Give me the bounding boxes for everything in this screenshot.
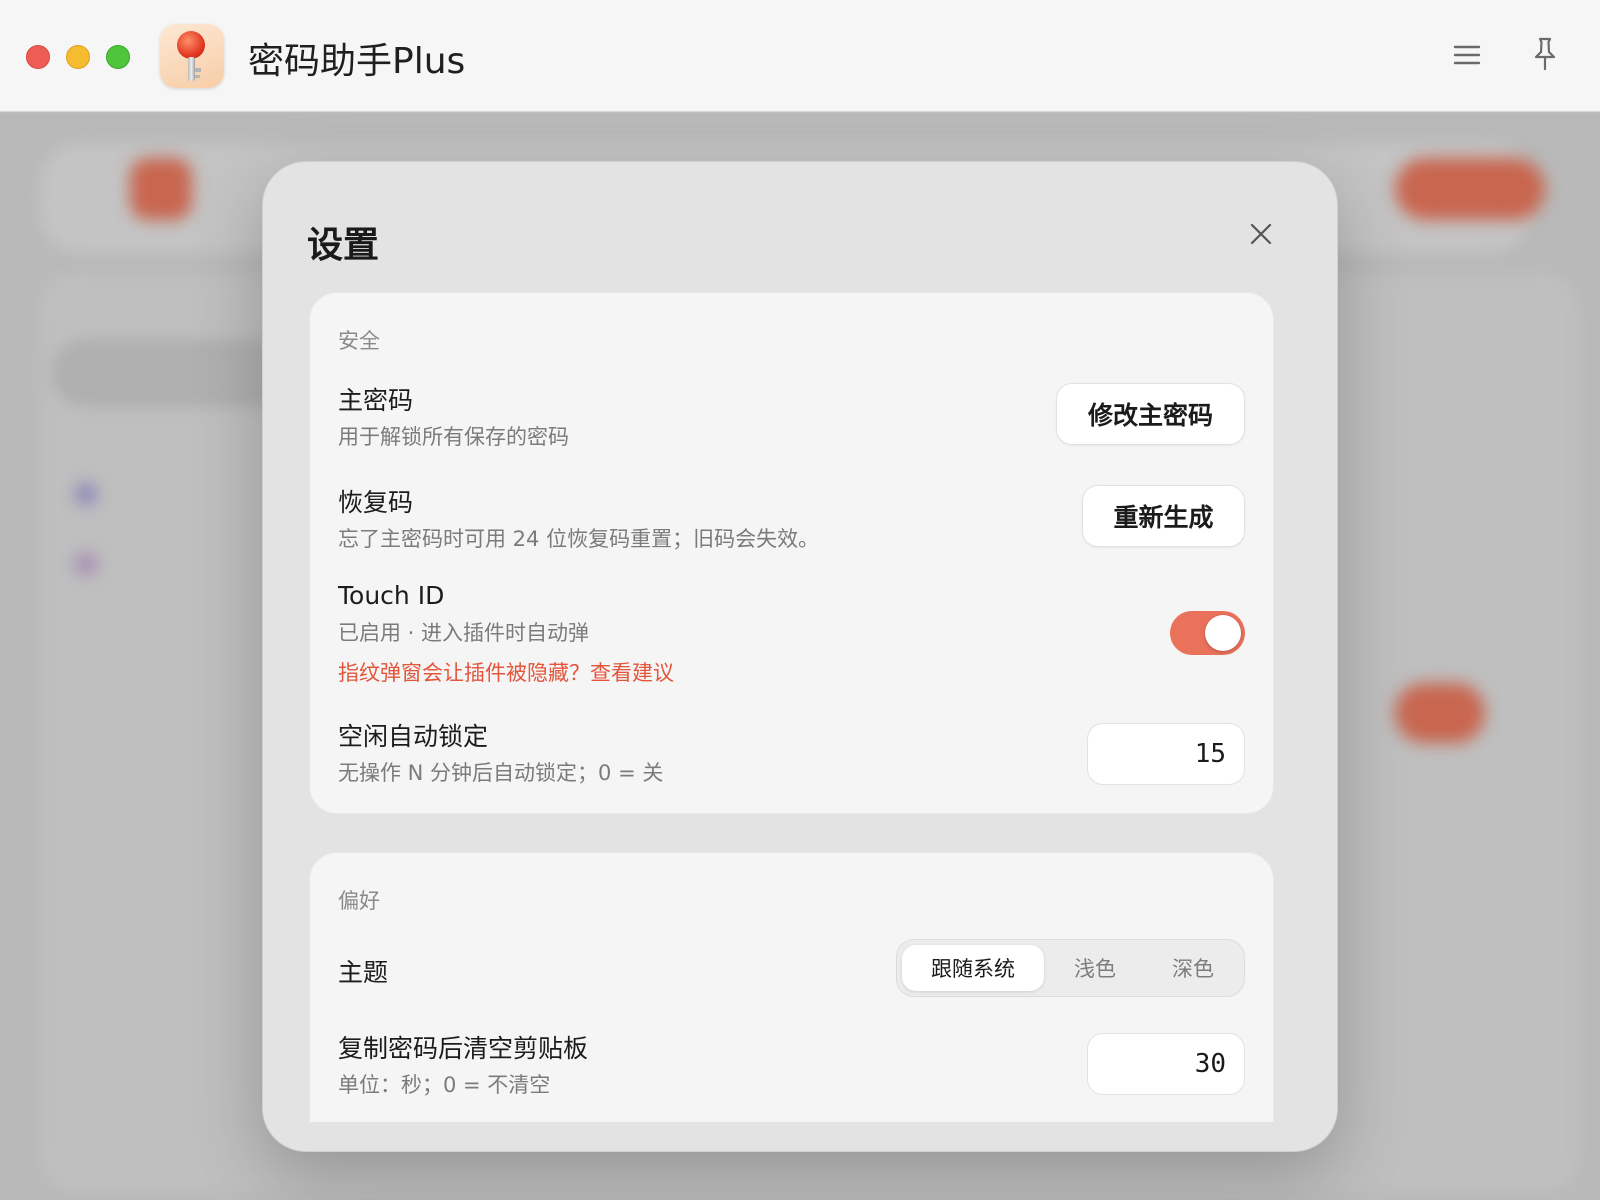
change-master-password-button[interactable]: 修改主密码 [1056, 383, 1245, 445]
idle-lock-description: 无操作 N 分钟后自动锁定；0 = 关 [338, 761, 664, 785]
clipboard-clear-description: 单位：秒；0 = 不清空 [338, 1073, 551, 1097]
minimize-window-button[interactable] [66, 45, 90, 69]
dialog-title: 设置 [307, 224, 380, 266]
close-window-button[interactable] [26, 45, 50, 69]
app-title: 密码助手Plus [248, 41, 466, 82]
master-password-title: 主密码 [338, 386, 414, 415]
touch-id-description: 已启用 · 进入插件时自动弹 [338, 621, 590, 645]
close-icon[interactable] [1245, 218, 1277, 250]
recovery-code-title: 恢复码 [338, 488, 414, 517]
toggle-knob [1205, 615, 1241, 651]
section-label-security: 安全 [338, 329, 380, 353]
settings-scroll-area[interactable]: 安全 主密码 用于解锁所有保存的密码 修改主密码 恢复码 忘了主密码时可用 24… [263, 292, 1337, 1122]
zoom-window-button[interactable] [106, 45, 130, 69]
clipboard-clear-title: 复制密码后清空剪贴板 [338, 1034, 589, 1063]
settings-dialog: 设置 安全 主密码 用于解锁所有保存的密码 修改主密码 恢复码 忘了主密码时可用… [262, 161, 1338, 1152]
theme-option-dark[interactable]: 深色 [1145, 945, 1241, 991]
security-section: 安全 主密码 用于解锁所有保存的密码 修改主密码 恢复码 忘了主密码时可用 24… [309, 292, 1274, 814]
touch-id-advice-link[interactable]: 指纹弹窗会让插件被隐藏？查看建议 [338, 657, 674, 687]
section-label-preferences: 偏好 [338, 889, 380, 913]
master-password-description: 用于解锁所有保存的密码 [338, 425, 569, 449]
idle-lock-title: 空闲自动锁定 [338, 722, 489, 751]
theme-option-system[interactable]: 跟随系统 [902, 945, 1044, 991]
theme-title: 主题 [338, 958, 389, 987]
recovery-code-description: 忘了主密码时可用 24 位恢复码重置；旧码会失效。 [338, 527, 820, 551]
title-bar: 密码助手Plus [0, 0, 1600, 112]
regenerate-recovery-code-button[interactable]: 重新生成 [1082, 485, 1245, 547]
theme-segmented-control: 跟随系统 浅色 深色 [896, 939, 1245, 997]
idle-lock-minutes-input[interactable] [1087, 723, 1245, 785]
key-icon [160, 24, 224, 88]
touch-id-toggle[interactable] [1170, 611, 1245, 655]
clipboard-clear-seconds-input[interactable] [1087, 1033, 1245, 1095]
pin-icon[interactable] [1530, 36, 1560, 72]
preferences-section: 偏好 主题 跟随系统 浅色 深色 复制密码后清空剪贴板 单位：秒；0 = 不清空 [309, 852, 1274, 1122]
menu-icon[interactable] [1452, 40, 1482, 70]
theme-option-light[interactable]: 浅色 [1047, 945, 1143, 991]
touch-id-title: Touch ID [338, 581, 445, 610]
